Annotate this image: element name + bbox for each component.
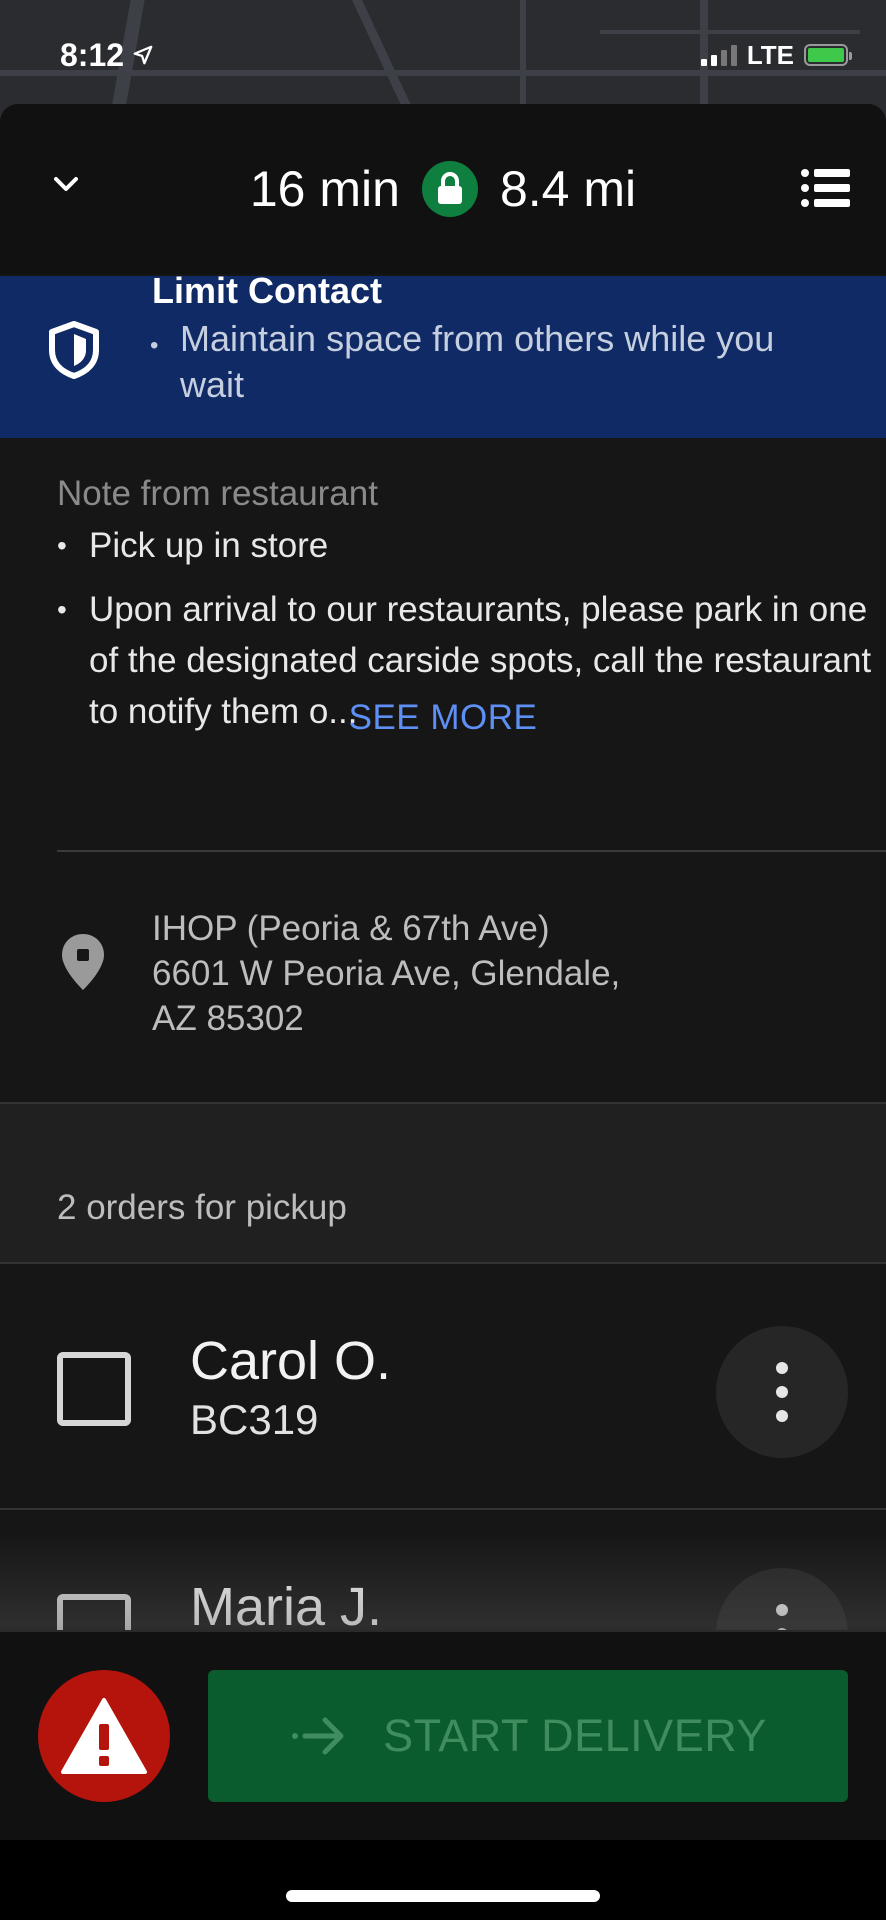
arrow-right-icon xyxy=(292,1717,344,1755)
trip-summary: 16 min 8.4 mi xyxy=(250,160,636,218)
lock-icon xyxy=(421,161,478,217)
trip-header: 16 min 8.4 mi xyxy=(0,104,886,274)
note-label: Note from restaurant xyxy=(57,474,378,513)
status-time: 8:12 xyxy=(60,37,154,74)
restaurant-name: IHOP (Peoria & 67th Ave) xyxy=(152,909,550,948)
cellular-signal-icon xyxy=(700,44,737,66)
safety-alert-button[interactable] xyxy=(38,1670,170,1802)
location-arrow-icon xyxy=(133,45,153,65)
restaurant-address: IHOP (Peoria & 67th Ave) 6601 W Peoria A… xyxy=(0,852,886,1102)
bullet: • xyxy=(57,594,67,625)
home-indicator[interactable] xyxy=(286,1890,600,1902)
see-more-link[interactable]: SEE MORE xyxy=(0,698,886,738)
order-customer-name: Carol O. xyxy=(190,1331,392,1391)
bullet: • xyxy=(57,530,67,561)
order-code: BC319 xyxy=(190,1396,319,1443)
bullet: • xyxy=(150,332,159,359)
limit-contact-banner: Limit Contact • Maintain space from othe… xyxy=(0,276,886,438)
order-row[interactable]: Carol O. BC319 xyxy=(0,1264,886,1510)
order-checkbox[interactable] xyxy=(57,1352,131,1426)
trip-eta: 16 min xyxy=(249,161,400,217)
clock: 8:12 xyxy=(60,36,125,73)
network-type: LTE xyxy=(746,39,794,70)
status-bar: 8:12 LTE xyxy=(0,0,886,110)
warning-icon xyxy=(61,1698,147,1774)
order-more-icon[interactable] xyxy=(716,1326,848,1458)
status-indicators: LTE xyxy=(700,39,852,71)
battery-icon xyxy=(804,44,852,66)
start-delivery-label: START DELIVERY xyxy=(383,1710,767,1761)
order-customer-name: Maria J. xyxy=(190,1577,383,1637)
address-text: IHOP (Peoria & 67th Ave) 6601 W Peoria A… xyxy=(152,906,620,1041)
address-line-1: 6601 W Peoria Ave, Glendale, xyxy=(152,954,621,993)
home-indicator-area xyxy=(0,1840,886,1920)
address-line-2: AZ 85302 xyxy=(152,999,304,1038)
orders-header: 2 orders for pickup xyxy=(0,1102,886,1264)
bottom-action-bar: START DELIVERY xyxy=(0,1630,886,1840)
list-menu-icon[interactable] xyxy=(800,166,852,210)
note-item-text: Pick up in store xyxy=(89,526,329,565)
pickup-sheet: 16 min 8.4 mi Limit Contact • Maintain s… xyxy=(0,104,886,1840)
limit-contact-title: Limit Contact xyxy=(152,276,382,311)
orders-count: 2 orders for pickup xyxy=(57,1188,347,1227)
limit-contact-text: Maintain space from others while you wai… xyxy=(180,318,775,405)
map-pin-icon xyxy=(62,934,104,990)
shield-icon xyxy=(49,321,99,379)
restaurant-note: Note from restaurant • Pick up in store … xyxy=(0,438,886,852)
chevron-down-icon[interactable] xyxy=(46,164,86,204)
start-delivery-button[interactable]: START DELIVERY xyxy=(208,1670,848,1802)
trip-distance: 8.4 mi xyxy=(499,161,637,217)
